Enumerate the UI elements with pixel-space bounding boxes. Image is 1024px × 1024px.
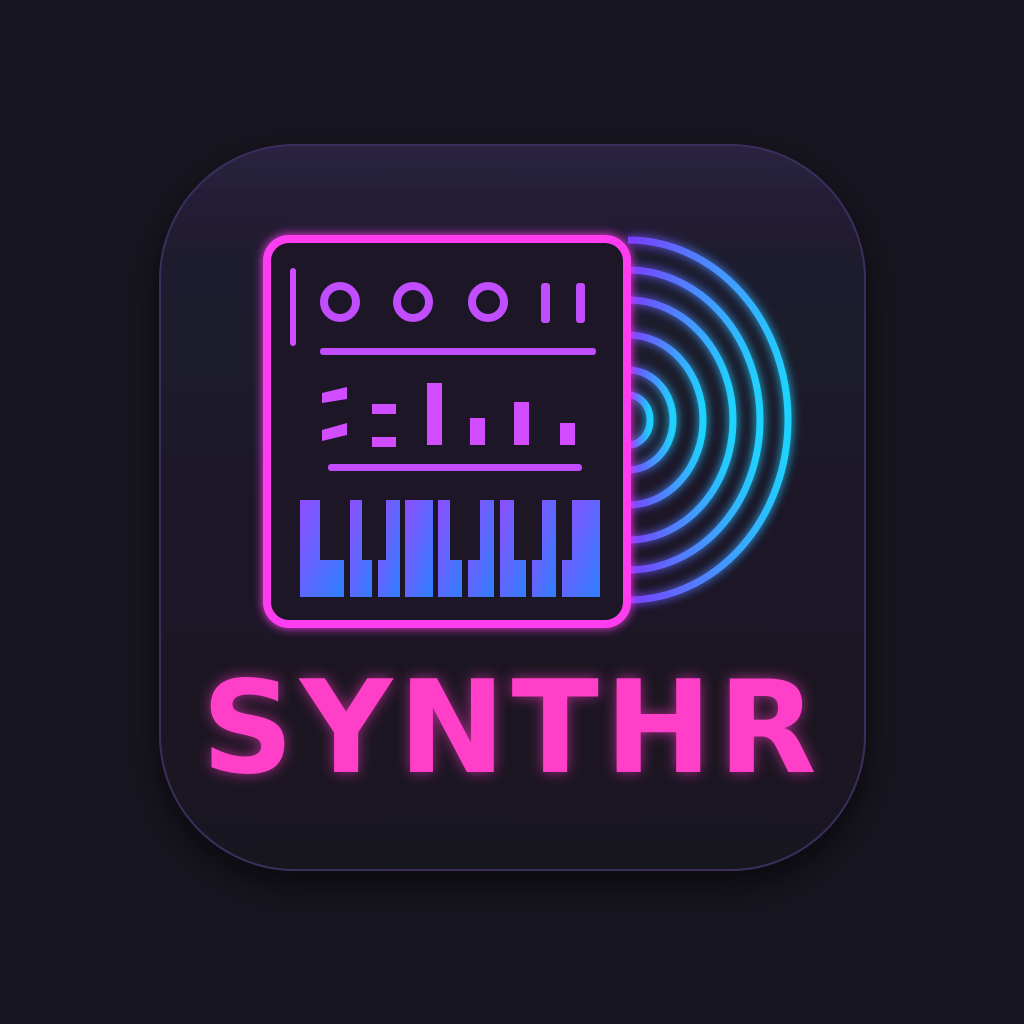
divider <box>328 464 582 471</box>
side-bar <box>290 268 296 346</box>
app-wordmark: SYNTHR <box>201 654 823 803</box>
app-icon <box>159 144 866 871</box>
divider <box>320 348 596 355</box>
synthesizer-icon <box>263 235 631 628</box>
